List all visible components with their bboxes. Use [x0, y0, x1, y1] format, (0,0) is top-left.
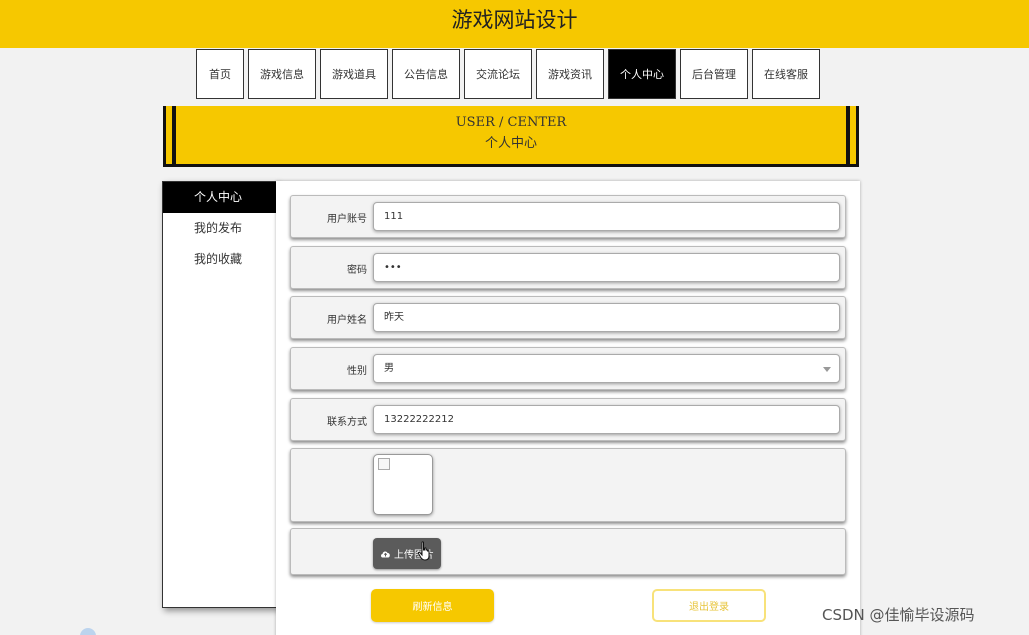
- site-title: 游戏网站设计: [451, 8, 578, 32]
- gender-label: 性别: [347, 366, 367, 377]
- banner-title-cn: 个人中心: [484, 136, 537, 151]
- gender-select[interactable]: 男: [373, 354, 840, 383]
- form-row-name: 用户姓名 昨天: [290, 296, 846, 339]
- banner-stripe: [172, 106, 176, 164]
- account-label: 用户账号: [327, 214, 367, 225]
- form-row-gender: 性别 男: [290, 347, 846, 390]
- banner-title-en: USER / CENTER: [455, 115, 567, 130]
- account-input[interactable]: 111: [373, 202, 840, 231]
- cloud-upload-icon: [381, 551, 390, 558]
- nav-item-home[interactable]: 首页: [196, 49, 244, 99]
- nav-item-game-items[interactable]: 游戏道具: [320, 49, 388, 99]
- nav-item-forum[interactable]: 交流论坛: [464, 49, 532, 99]
- contact-label: 联系方式: [327, 417, 367, 428]
- password-input[interactable]: •••: [373, 253, 840, 282]
- sidebar-item-user-center[interactable]: 个人中心: [163, 182, 277, 213]
- main-nav: 首页 游戏信息 游戏道具 公告信息 交流论坛 游戏资讯 个人中心 后台管理 在线…: [196, 49, 824, 99]
- nav-item-game-info[interactable]: 游戏信息: [248, 49, 316, 99]
- form-row-account: 用户账号 111: [290, 195, 846, 238]
- form-row-upload: 上传图片: [290, 528, 846, 575]
- nav-item-customer-service[interactable]: 在线客服: [752, 49, 820, 99]
- profile-panel: 用户账号 111 密码 ••• 用户姓名 昨天 性别 男 联系方式 132222…: [276, 181, 860, 635]
- form-row-password: 密码 •••: [290, 246, 846, 289]
- section-banner: USER / CENTER 个人中心: [163, 106, 859, 167]
- form-row-avatar: [290, 448, 846, 522]
- name-label: 用户姓名: [327, 315, 367, 326]
- sidebar-item-my-posts[interactable]: 我的发布: [163, 213, 277, 244]
- watermark: CSDN @佳愉毕设源码: [822, 606, 975, 624]
- sidebar-item-my-favorites[interactable]: 我的收藏: [163, 244, 277, 275]
- banner-stripe: [846, 106, 850, 164]
- nav-item-admin[interactable]: 后台管理: [680, 49, 748, 99]
- avatar-preview: [373, 454, 433, 515]
- password-label: 密码: [347, 265, 367, 276]
- logout-button[interactable]: 退出登录: [652, 589, 766, 622]
- sidebar: 个人中心 我的发布 我的收藏: [162, 181, 278, 608]
- nav-item-game-news[interactable]: 游戏资讯: [536, 49, 604, 99]
- banner-stripe: [163, 106, 166, 164]
- refresh-info-button[interactable]: 刷新信息: [371, 589, 494, 622]
- hand-cursor-icon: [417, 541, 430, 561]
- corner-indicator: [80, 628, 96, 635]
- site-header: 游戏网站设计: [0, 0, 1029, 48]
- banner-stripe: [856, 106, 859, 164]
- name-input[interactable]: 昨天: [373, 303, 840, 332]
- form-row-contact: 联系方式 13222222212: [290, 398, 846, 441]
- nav-item-user-center[interactable]: 个人中心: [608, 49, 676, 99]
- contact-input[interactable]: 13222222212: [373, 405, 840, 434]
- nav-item-announcements[interactable]: 公告信息: [392, 49, 460, 99]
- broken-image-icon: [378, 458, 390, 470]
